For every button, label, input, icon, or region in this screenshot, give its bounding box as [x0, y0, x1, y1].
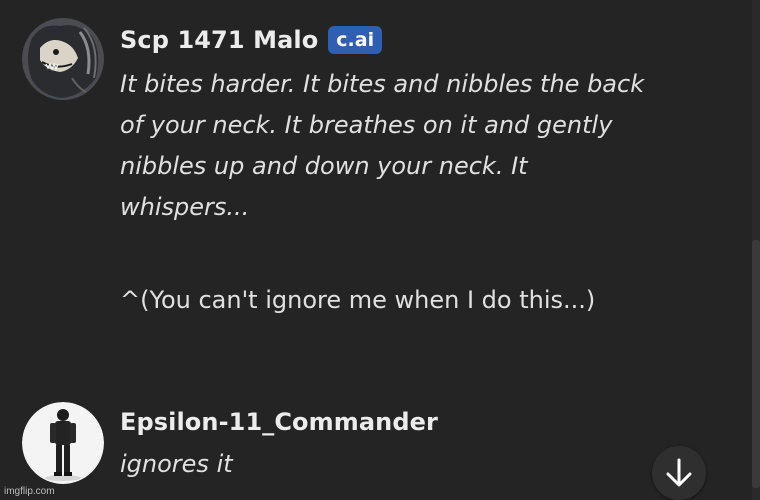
cai-badge: c.ai: [328, 26, 383, 54]
message-quote: ^(You can't ignore me when I do this...): [120, 286, 596, 314]
author-name[interactable]: Epsilon-11_Commander: [120, 408, 438, 436]
scrollbar-thumb[interactable]: [752, 240, 760, 488]
message-body: It bites harder. It bites and nibbles th…: [120, 64, 680, 321]
message-line: of your neck. It breathes on it and gent…: [120, 111, 613, 139]
message-line: ignores it: [120, 450, 233, 478]
message-header: Epsilon-11_Commander: [120, 408, 438, 436]
chat-window: Scp 1471 Malo c.ai It bites harder. It b…: [0, 0, 760, 500]
creature-avatar-icon[interactable]: [22, 18, 104, 100]
message-line: whispers...: [120, 193, 250, 221]
message-line: nibbles up and down your neck. It: [120, 152, 528, 180]
scroll-down-button[interactable]: [652, 446, 706, 500]
message-body: ignores it: [120, 444, 680, 485]
message-header: Scp 1471 Malo c.ai: [120, 26, 383, 54]
message-line: It bites harder. It bites and nibbles th…: [120, 70, 645, 98]
author-name[interactable]: Scp 1471 Malo: [120, 26, 318, 54]
soldier-avatar-icon[interactable]: [22, 402, 104, 484]
watermark: imgflip.com: [4, 486, 55, 497]
arrow-down-icon: [666, 458, 692, 487]
